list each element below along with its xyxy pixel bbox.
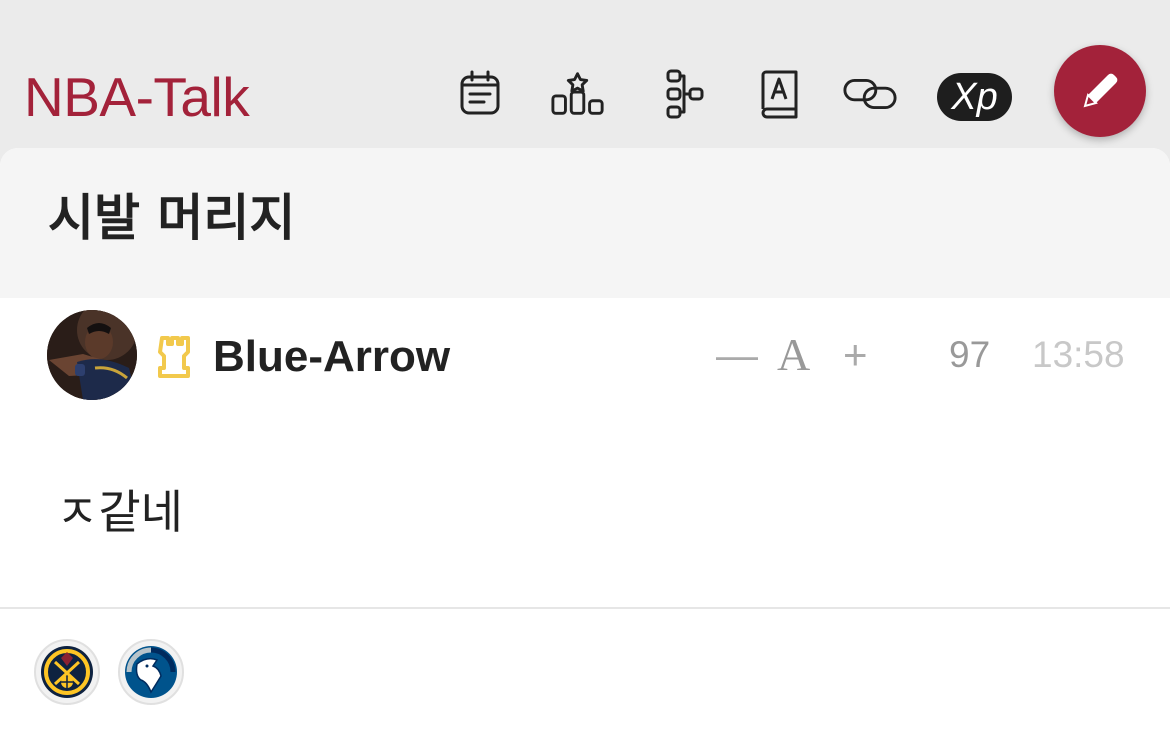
ranking-icon[interactable] [550,66,606,122]
view-count: 97 [949,334,991,375]
post-card: 시발 머리지 Blue-Arrow — A + 97 13:58 ㅈ같네 [0,148,1170,748]
dictionary-icon[interactable] [751,66,807,122]
app-title[interactable]: NBA-Talk [24,66,250,128]
font-size-icon[interactable]: A [777,328,810,382]
post-body: ㅈ같네 [56,485,183,539]
xp-icon[interactable]: Xp [937,73,1012,121]
rank-badge-icon [158,334,196,385]
divider [0,607,1170,609]
post-title: 시발 머리지 [48,189,296,247]
author-row: Blue-Arrow — A + 97 13:58 [0,298,1170,418]
author-name[interactable]: Blue-Arrow [213,330,450,384]
post-time: 13:58 [1032,334,1125,375]
dallas-mavericks-logo[interactable] [118,639,184,705]
font-decrease-button[interactable]: — [716,328,758,382]
top-header: NBA-Talk Xp [0,0,1170,150]
post-title-bar: 시발 머리지 [0,148,1170,298]
link-icon[interactable] [842,66,898,122]
bracket-icon[interactable] [656,66,712,122]
denver-nuggets-logo[interactable] [34,639,100,705]
avatar[interactable] [47,310,137,400]
write-post-button[interactable] [1054,45,1146,137]
calendar-icon[interactable] [452,66,508,122]
pencil-icon [1083,73,1118,108]
font-increase-button[interactable]: + [843,328,868,382]
